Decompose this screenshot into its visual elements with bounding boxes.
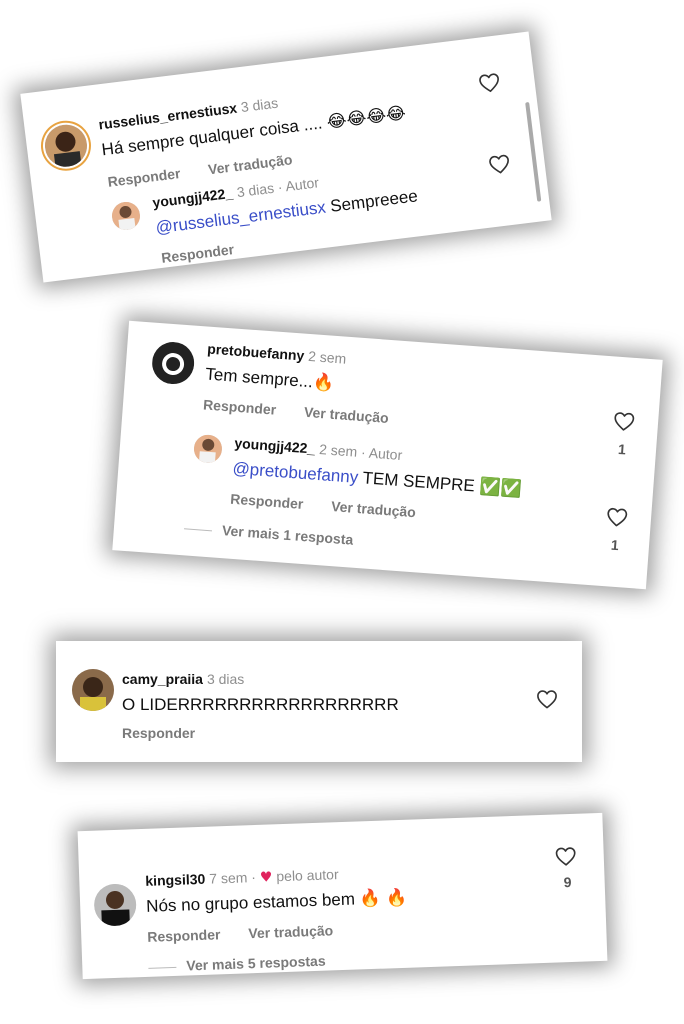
reply-youngjj: youngjj422_ 2 sem · Autor @pretobuefanny …: [112, 321, 662, 590]
heart-icon[interactable]: [487, 153, 511, 176]
liked-by-author: pelo autor: [276, 866, 339, 885]
divider: [184, 528, 213, 532]
reply-button[interactable]: Responder: [147, 926, 221, 945]
comment-text: O LIDERRRRRRRRRRRRRRRRRR: [122, 695, 399, 714]
translate-button[interactable]: Ver tradução: [248, 922, 333, 941]
avatar[interactable]: [192, 433, 223, 464]
reply-actions: Responder Ver tradução: [230, 491, 445, 523]
reply-header: youngjj422_ 2 sem · Autor: [234, 435, 403, 463]
like-count: 9: [563, 874, 572, 891]
reply-button[interactable]: Responder: [230, 491, 304, 512]
comment-header: kingsil30 7 sem · ♥ pelo autor: [145, 866, 339, 890]
comment-card-3: camy_praiia 3 dias O LIDERRRRRRRRRRRRRRRR…: [56, 641, 582, 762]
avatar[interactable]: [93, 883, 137, 927]
divider: [148, 966, 177, 969]
avatar[interactable]: [110, 200, 142, 232]
comment-card-2: pretobuefanny 2 sem Tem sempre...🔥 Respon…: [112, 320, 663, 590]
comment-header: camy_praiia 3 dias: [122, 671, 244, 687]
comment-card-1: russelius_ernestiusx 3 dias Há sempre qua…: [20, 31, 552, 283]
timestamp-author: 3 dias · Autor: [235, 174, 320, 201]
username[interactable]: youngjj422_: [152, 185, 234, 211]
heart-icon[interactable]: [605, 506, 628, 528]
heart-icon[interactable]: [554, 846, 577, 867]
heart-icon[interactable]: [536, 689, 558, 709]
comment-actions: Responder Ver tradução: [147, 921, 361, 944]
timestamp-author: 2 sem · Autor: [318, 441, 403, 464]
reply-button[interactable]: Responder: [160, 241, 235, 266]
comment-card-4: kingsil30 7 sem · ♥ pelo autor Nós no grup…: [77, 812, 608, 980]
comment-kingsil: kingsil30 7 sem · ♥ pelo autor Nós no grup…: [78, 813, 608, 979]
reply-body: TEM SEMPRE: [357, 467, 476, 496]
comment-body: Nós no grupo estamos bem: [145, 889, 356, 916]
reply-button[interactable]: Responder: [122, 725, 195, 741]
red-heart-icon: ♥: [259, 869, 273, 886]
comment-text: Nós no grupo estamos bem 🔥 🔥: [146, 888, 408, 917]
timestamp: 7 sem ·: [208, 869, 257, 887]
mention-link[interactable]: @pretobuefanny: [232, 459, 359, 487]
fire-emoji: 🔥 🔥: [359, 887, 408, 910]
like-count: 1: [610, 536, 620, 554]
comment-actions: Responder: [122, 725, 223, 741]
check-emoji: ✅✅: [478, 476, 523, 500]
username[interactable]: camy_praiia: [122, 671, 203, 687]
reply-body: Sempreeee: [324, 186, 419, 217]
translate-button[interactable]: Ver tradução: [331, 498, 417, 520]
timestamp: 3 dias: [206, 671, 245, 687]
reply-actions: Responder: [160, 238, 262, 266]
username[interactable]: kingsil30: [145, 871, 205, 889]
avatar[interactable]: [72, 669, 114, 711]
reply-youngjj: youngjj422_ 3 dias · Autor @russelius_ern…: [20, 32, 551, 283]
username[interactable]: youngjj422_: [234, 435, 316, 457]
comment-camy: camy_praiia 3 dias O LIDERRRRRRRRRRRRRRRR…: [56, 641, 582, 762]
